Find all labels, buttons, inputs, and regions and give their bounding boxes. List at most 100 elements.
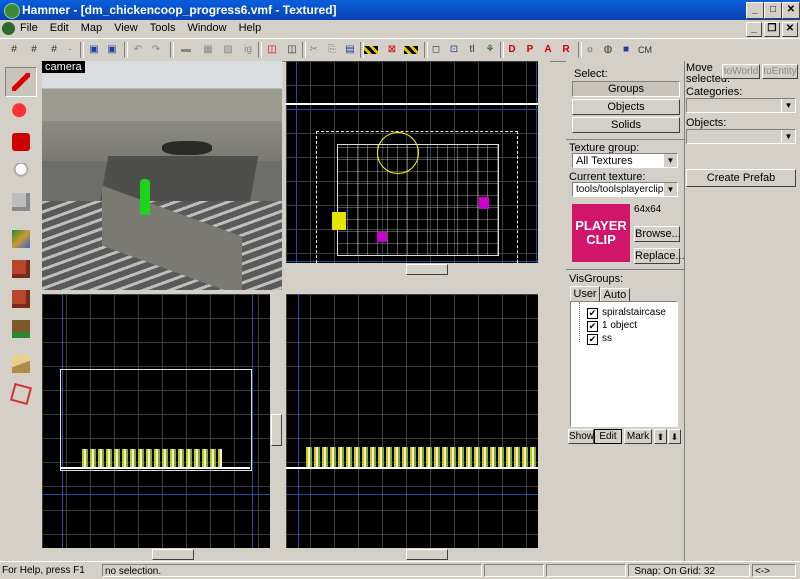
scroll-thumb[interactable] bbox=[152, 549, 194, 560]
save-window-state-icon[interactable]: ▣ bbox=[104, 42, 120, 58]
chevron-down-icon: ▼ bbox=[781, 99, 795, 112]
create-prefab-button[interactable]: Create Prefab bbox=[686, 169, 796, 187]
texture-application-tool[interactable] bbox=[5, 224, 37, 254]
visgroup-item[interactable]: ✔ spiralstaircase bbox=[575, 306, 666, 319]
vertex-tool[interactable] bbox=[5, 379, 37, 409]
side-view-horizontal-scrollbar[interactable] bbox=[286, 548, 550, 560]
checkbox-checked-icon[interactable]: ✔ bbox=[587, 321, 598, 332]
lighting-preview-icon[interactable]: ☼ bbox=[582, 42, 598, 58]
mdi-restore-button[interactable]: ❐ bbox=[764, 22, 780, 37]
to-entity-button[interactable]: toEntity bbox=[762, 64, 798, 79]
menu-edit[interactable]: Edit bbox=[44, 20, 75, 34]
copy-icon[interactable]: ⎘ bbox=[324, 42, 340, 58]
scroll-thumb[interactable] bbox=[406, 549, 448, 560]
toggle-texture-lock-icon[interactable] bbox=[364, 46, 378, 54]
visgroup-item[interactable]: ✔ 1 object bbox=[575, 319, 637, 332]
checkbox-checked-icon[interactable]: ✔ bbox=[587, 308, 598, 319]
camera-tool[interactable] bbox=[5, 127, 37, 157]
select-by-center-icon[interactable]: ⊡ bbox=[446, 42, 462, 58]
tab-user[interactable]: User bbox=[570, 286, 600, 301]
check-problems-icon[interactable]: D bbox=[504, 42, 520, 58]
side-view-vertical-scrollbar[interactable] bbox=[538, 294, 550, 548]
cut-icon[interactable]: ✂ bbox=[306, 42, 322, 58]
mdi-close-button[interactable]: ✕ bbox=[782, 22, 798, 37]
select-by-handles-icon[interactable]: ◻ bbox=[428, 42, 444, 58]
top-2d-viewport[interactable] bbox=[286, 61, 550, 275]
show-all-icon[interactable]: ◫ bbox=[284, 42, 300, 58]
visgroups-list[interactable]: ✔ spiralstaircase ✔ 1 object ✔ ss bbox=[570, 301, 678, 427]
to-world-button[interactable]: toWorld bbox=[722, 64, 760, 79]
toggle-cordon-icon[interactable] bbox=[404, 46, 418, 54]
menu-view[interactable]: View bbox=[108, 20, 144, 34]
undo-icon[interactable]: ↶ bbox=[130, 42, 146, 58]
objects-dropdown[interactable]: ▼ bbox=[686, 129, 796, 144]
close-button[interactable]: ✕ bbox=[782, 2, 800, 19]
ignore-groups-icon[interactable]: ig bbox=[240, 42, 256, 58]
menu-map[interactable]: Map bbox=[75, 20, 108, 34]
side-2d-viewport[interactable] bbox=[286, 294, 550, 560]
carve-icon[interactable]: ▬ bbox=[178, 42, 194, 58]
redo-icon[interactable]: ↷ bbox=[148, 42, 164, 58]
snap-icon[interactable]: · bbox=[62, 42, 78, 58]
decal-tool[interactable] bbox=[5, 284, 37, 314]
texture-scaling-lock-icon[interactable]: ⊠ bbox=[384, 42, 400, 58]
camera-viewport[interactable]: camera bbox=[42, 61, 282, 290]
overlay-tool[interactable] bbox=[5, 314, 37, 344]
move-up-button[interactable]: ⬆ bbox=[654, 429, 667, 444]
current-texture-dropdown[interactable]: tools/toolsplayerclip ▼ bbox=[572, 182, 678, 197]
cordon-mode-label[interactable]: CM bbox=[636, 42, 654, 58]
groups-button[interactable]: Groups bbox=[572, 81, 680, 97]
apply-texture-tool[interactable] bbox=[5, 254, 37, 284]
grid-nav-icon[interactable]: ■ bbox=[618, 42, 634, 58]
load-window-state-icon[interactable]: ▣ bbox=[86, 42, 102, 58]
entity-tool[interactable] bbox=[5, 157, 37, 187]
move-down-button[interactable]: ⬇ bbox=[668, 429, 681, 444]
texture-lock-icon[interactable]: tl bbox=[464, 42, 480, 58]
grid-smaller-icon[interactable]: # bbox=[26, 42, 42, 58]
front-view-vertical-scrollbar[interactable] bbox=[270, 294, 282, 548]
scroll-thumb[interactable] bbox=[271, 414, 282, 446]
categories-dropdown[interactable]: ▼ bbox=[686, 98, 796, 113]
show-selection-icon[interactable]: R bbox=[558, 42, 574, 58]
mdi-minimize-button[interactable]: _ bbox=[746, 22, 762, 37]
scroll-thumb[interactable] bbox=[406, 264, 448, 275]
run-map-icon[interactable]: ◍ bbox=[600, 42, 616, 58]
paste-icon[interactable]: ▤ bbox=[342, 42, 358, 58]
top-view-horizontal-scrollbar[interactable] bbox=[286, 263, 538, 275]
texture-preview[interactable]: PLAYER CLIP bbox=[572, 204, 630, 262]
group-icon[interactable]: ▦ bbox=[200, 42, 216, 58]
entity-report-icon[interactable]: ⚘ bbox=[482, 42, 498, 58]
major-grid-line bbox=[42, 494, 282, 495]
menu-help[interactable]: Help bbox=[233, 20, 268, 34]
menu-file[interactable]: File bbox=[14, 20, 44, 34]
map-properties-icon[interactable]: P bbox=[522, 42, 538, 58]
checkbox-checked-icon[interactable]: ✔ bbox=[587, 334, 598, 345]
magnify-tool[interactable] bbox=[5, 97, 37, 127]
edit-button[interactable]: Edit bbox=[594, 429, 622, 444]
replace-button[interactable]: Replace... bbox=[634, 248, 685, 264]
menu-window[interactable]: Window bbox=[181, 20, 232, 34]
block-tool[interactable] bbox=[5, 187, 37, 217]
ungroup-icon[interactable]: ▧ bbox=[220, 42, 236, 58]
grid-larger-icon[interactable]: # bbox=[46, 42, 62, 58]
solids-button[interactable]: Solids bbox=[572, 117, 680, 133]
tab-auto[interactable]: Auto bbox=[600, 288, 630, 302]
front-2d-viewport[interactable] bbox=[42, 294, 282, 560]
show-button[interactable]: Show bbox=[568, 429, 594, 444]
front-view-horizontal-scrollbar[interactable] bbox=[42, 548, 282, 560]
selection-tool[interactable] bbox=[5, 67, 37, 97]
texture-group-dropdown[interactable]: All Textures ▼ bbox=[572, 153, 678, 168]
clipping-tool[interactable] bbox=[5, 349, 37, 379]
maximize-button[interactable]: □ bbox=[764, 2, 782, 19]
hide-selected-icon[interactable]: ◫ bbox=[264, 42, 280, 58]
grid-toggle-icon[interactable]: # bbox=[6, 42, 22, 58]
viewport-grid bbox=[286, 294, 550, 560]
top-view-vertical-scrollbar[interactable] bbox=[538, 61, 550, 275]
map-info-icon[interactable]: A bbox=[540, 42, 556, 58]
objects-button[interactable]: Objects bbox=[572, 99, 680, 115]
menu-tools[interactable]: Tools bbox=[144, 20, 182, 34]
browse-button[interactable]: Browse... bbox=[634, 226, 681, 242]
mark-button[interactable]: Mark bbox=[624, 429, 652, 444]
minimize-button[interactable]: _ bbox=[746, 2, 764, 19]
hammer-app-icon[interactable] bbox=[4, 3, 20, 19]
